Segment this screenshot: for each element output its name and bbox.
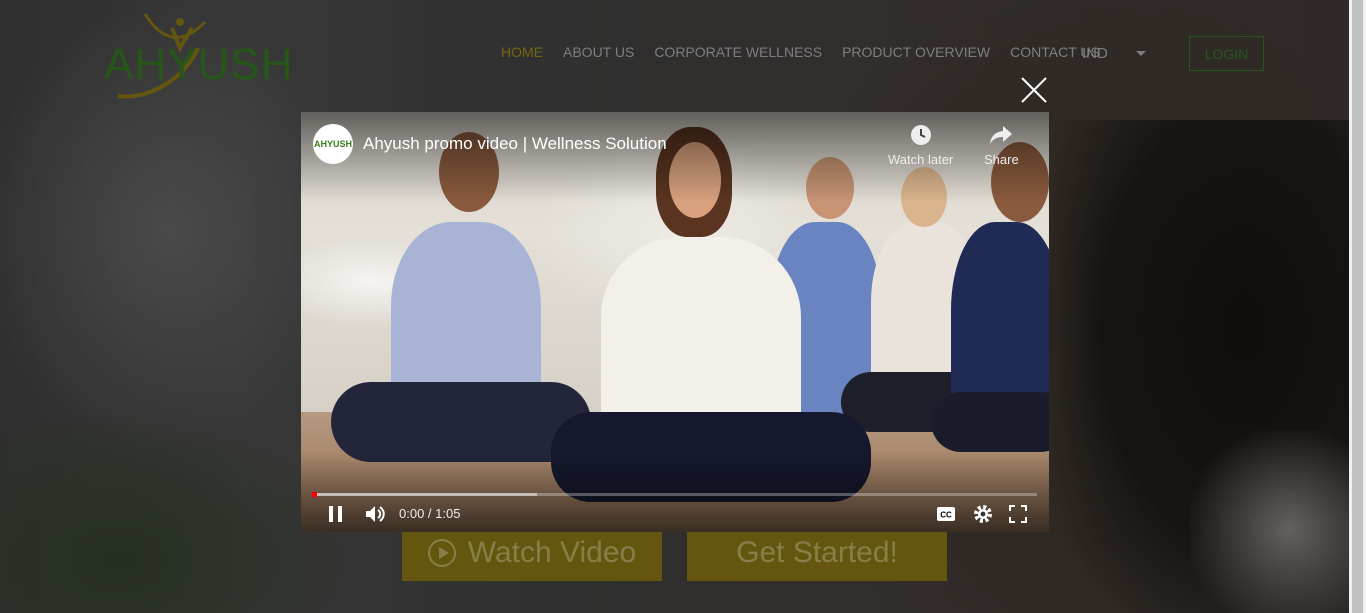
pause-icon xyxy=(329,506,342,522)
watch-later-button[interactable]: Watch later xyxy=(888,124,953,167)
volume-icon xyxy=(366,506,385,522)
share-arrow-icon xyxy=(990,126,1013,144)
channel-avatar[interactable]: AHYUSH xyxy=(313,124,353,164)
fullscreen-icon xyxy=(1009,505,1027,523)
volume-button[interactable] xyxy=(365,503,387,525)
progress-loaded xyxy=(313,493,538,496)
cc-icon: CC xyxy=(937,507,955,521)
watch-later-label: Watch later xyxy=(888,152,954,167)
progress-scrubber[interactable] xyxy=(312,492,317,497)
time-display: 0:00 / 1:05 xyxy=(399,506,461,521)
clock-icon xyxy=(910,125,931,145)
gear-icon xyxy=(974,505,992,523)
share-label: Share xyxy=(984,152,1019,167)
progress-bar[interactable] xyxy=(312,492,1037,497)
svg-text:CC: CC xyxy=(940,511,952,520)
share-button[interactable]: Share xyxy=(984,124,1019,167)
pause-button[interactable] xyxy=(327,503,345,525)
fullscreen-button[interactable] xyxy=(1009,503,1027,525)
page-scrollbar[interactable] xyxy=(1349,0,1366,613)
video-player[interactable]: AHYUSH Ahyush promo video | Wellness Sol… xyxy=(301,112,1049,532)
captions-button[interactable]: CC xyxy=(936,503,956,525)
video-title[interactable]: Ahyush promo video | Wellness Solution xyxy=(363,134,667,154)
scrollbar-thumb[interactable] xyxy=(1352,0,1363,613)
settings-button[interactable] xyxy=(973,503,993,525)
close-icon[interactable] xyxy=(1020,76,1048,104)
